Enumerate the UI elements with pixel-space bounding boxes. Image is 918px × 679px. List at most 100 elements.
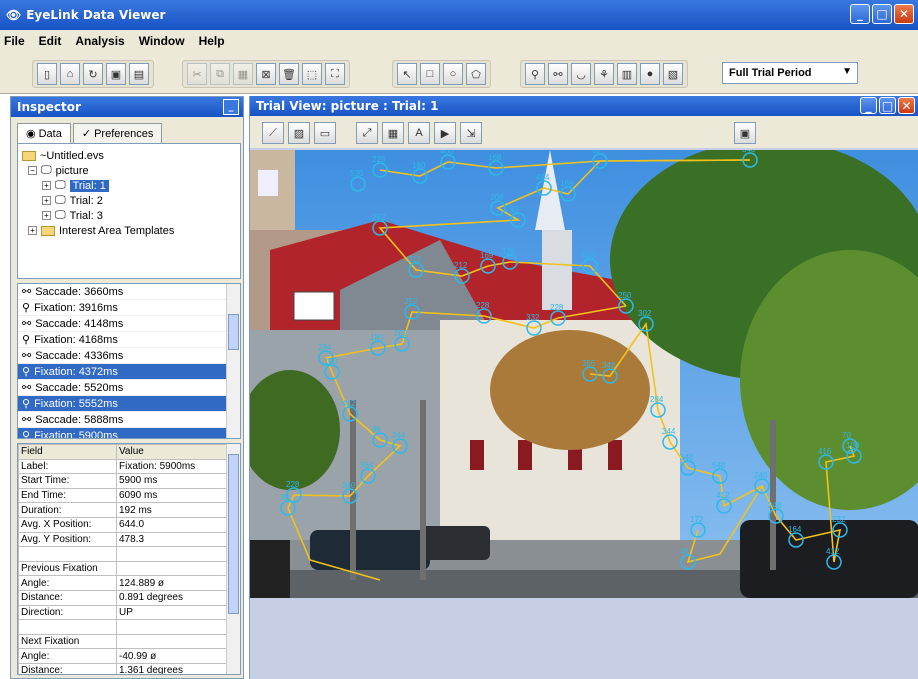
spatial-view-icon[interactable]: ▨: [288, 122, 310, 144]
main-titlebar[interactable]: 👁 EyeLink Data Viewer _ □ ✕: [0, 0, 918, 30]
property-row[interactable]: Next Fixation: [18, 633, 228, 650]
new-file-icon[interactable]: ▯: [37, 63, 57, 85]
export-icon[interactable]: ⇲: [460, 122, 482, 144]
trial-icon: 🖵: [55, 179, 66, 191]
close-icon[interactable]: ✕: [898, 97, 915, 114]
property-row[interactable]: Start Time: 5900 ms: [18, 473, 228, 489]
tab-preferences[interactable]: ✓ Preferences: [72, 123, 163, 143]
event-list-item[interactable]: ⚯ Saccade: 4148ms: [18, 316, 240, 332]
temporal-view-icon[interactable]: ▭: [314, 122, 336, 144]
property-row[interactable]: Label: Fixation: 5900ms: [18, 458, 228, 475]
property-row[interactable]: Duration: 192 ms: [18, 502, 228, 518]
trial-canvas[interactable]: 225 180 400 168 52 348 535 494 166 208 92 262 212 212…: [250, 150, 918, 598]
ellipse-icon[interactable]: ○: [443, 63, 463, 85]
property-row[interactable]: End Time: 6090 ms: [18, 487, 228, 504]
expand-icon[interactable]: +: [28, 226, 37, 235]
expand-icon[interactable]: +: [42, 196, 51, 205]
pointer-icon[interactable]: ↖: [397, 63, 417, 85]
play-icon[interactable]: ▶: [434, 122, 456, 144]
image-icon[interactable]: ▧: [663, 63, 683, 85]
font-icon[interactable]: A: [408, 122, 430, 144]
tree-trial-1[interactable]: + 🖵 Trial: 1: [22, 178, 236, 193]
maximize-icon[interactable]: □: [879, 97, 896, 114]
property-row[interactable]: Avg. X Position: 644.0: [18, 516, 228, 533]
event-list-item[interactable]: ⚯ Saccade: 3660ms: [18, 284, 240, 300]
inspector-titlebar[interactable]: Inspector _: [11, 97, 243, 117]
menu-window[interactable]: Window: [139, 34, 185, 48]
clear-icon[interactable]: ⊠: [256, 63, 276, 85]
collapse-icon[interactable]: −: [28, 166, 37, 175]
property-row[interactable]: Distance: 0.891 degrees: [18, 589, 228, 606]
menu-help[interactable]: Help: [199, 34, 225, 48]
event-list-item[interactable]: ⚲ Fixation: 5900ms: [18, 428, 240, 438]
fixation-duration-label: 535: [350, 169, 364, 178]
property-row[interactable]: [18, 619, 228, 635]
maximize-icon[interactable]: □: [872, 4, 892, 24]
delete-icon[interactable]: 🗑: [279, 63, 299, 85]
sample-view-icon[interactable]: ⚘: [594, 63, 614, 85]
menu-file[interactable]: File: [4, 34, 25, 48]
event-list-scrollbar[interactable]: [226, 284, 240, 438]
minimize-icon[interactable]: _: [860, 97, 877, 114]
event-list-item[interactable]: ⚲ Fixation: 5552ms: [18, 396, 240, 412]
event-label: Saccade: 4148ms: [35, 317, 124, 330]
property-row[interactable]: Previous Fixation: [18, 560, 228, 577]
menu-edit[interactable]: Edit: [39, 34, 62, 48]
trial-view-titlebar[interactable]: Trial View: picture : Trial: 1 _ □ ✕: [250, 96, 918, 116]
minimize-icon[interactable]: _: [850, 4, 870, 24]
property-row[interactable]: Angle: 124.889 ø: [18, 575, 228, 591]
save-view-icon[interactable]: ▣: [734, 122, 756, 144]
record-icon[interactable]: ●: [640, 63, 660, 85]
event-list-item[interactable]: ⚲ Fixation: 4168ms: [18, 332, 240, 348]
fixation-duration-label: 164: [788, 525, 802, 534]
tree-session[interactable]: − 🖵 picture: [22, 163, 236, 178]
rectangle-icon[interactable]: □: [420, 63, 440, 85]
reload-icon[interactable]: ↻: [83, 63, 103, 85]
property-row[interactable]: Avg. Y Position: 478.3: [18, 531, 228, 548]
tree-trial-2[interactable]: + 🖵 Trial: 2: [22, 193, 236, 208]
layout-icon[interactable]: ▦: [382, 122, 404, 144]
tree-templates[interactable]: + Interest Area Templates: [22, 223, 236, 238]
event-list-item[interactable]: ⚲ Fixation: 4372ms: [18, 364, 240, 380]
saccade-icon: ⚯: [22, 286, 32, 298]
select-all-icon[interactable]: ⛶: [325, 63, 345, 85]
scroll-thumb[interactable]: [228, 454, 239, 614]
event-list-item[interactable]: ⚯ Saccade: 5888ms: [18, 412, 240, 428]
blink-view-icon[interactable]: ◡: [571, 63, 591, 85]
save-icon[interactable]: ▣: [106, 63, 126, 85]
saccade-view-icon[interactable]: ⚯: [548, 63, 568, 85]
property-row[interactable]: Distance: 1.361 degrees: [18, 662, 228, 674]
fit-icon[interactable]: ⤢: [356, 122, 378, 144]
property-value: 478.3: [116, 531, 228, 548]
expand-icon[interactable]: +: [42, 211, 51, 220]
cut-icon[interactable]: ✂: [187, 63, 207, 85]
property-row[interactable]: [18, 546, 228, 562]
tab-data[interactable]: ◉ Data: [17, 123, 71, 143]
property-row[interactable]: Direction: UP: [18, 604, 228, 621]
fixation-duration-label: 340: [342, 481, 356, 490]
freehand-icon[interactable]: ⬠: [466, 63, 486, 85]
paste-icon[interactable]: ▦: [233, 63, 253, 85]
fixation-duration-label: 39: [280, 493, 289, 502]
menu-analysis[interactable]: Analysis: [75, 34, 124, 48]
fixation-duration-label: 500: [582, 251, 596, 260]
report-icon[interactable]: ▥: [617, 63, 637, 85]
property-scrollbar[interactable]: [226, 444, 240, 674]
select-region-icon[interactable]: ⬚: [302, 63, 322, 85]
close-icon[interactable]: ✕: [894, 4, 914, 24]
scroll-thumb[interactable]: [228, 314, 239, 350]
event-list-item[interactable]: ⚯ Saccade: 4336ms: [18, 348, 240, 364]
expand-icon[interactable]: +: [42, 181, 51, 190]
fixation-view-icon[interactable]: ⚲: [525, 63, 545, 85]
property-row[interactable]: Angle: -40.99 ø: [18, 648, 228, 664]
period-select[interactable]: Full Trial Period ▼: [722, 62, 858, 84]
event-list-item[interactable]: ⚯ Saccade: 5520ms: [18, 380, 240, 396]
line-chart-icon[interactable]: ⟋: [262, 122, 284, 144]
tree-root[interactable]: ~Untitled.evs: [22, 148, 236, 163]
tree-trial-3[interactable]: + 🖵 Trial: 3: [22, 208, 236, 223]
save-all-icon[interactable]: ▤: [129, 63, 149, 85]
copy-icon[interactable]: ⧉: [210, 63, 230, 85]
event-list-item[interactable]: ⚲ Fixation: 3916ms: [18, 300, 240, 316]
open-folder-icon[interactable]: ⌂: [60, 63, 80, 85]
minimize-icon[interactable]: _: [223, 99, 239, 115]
